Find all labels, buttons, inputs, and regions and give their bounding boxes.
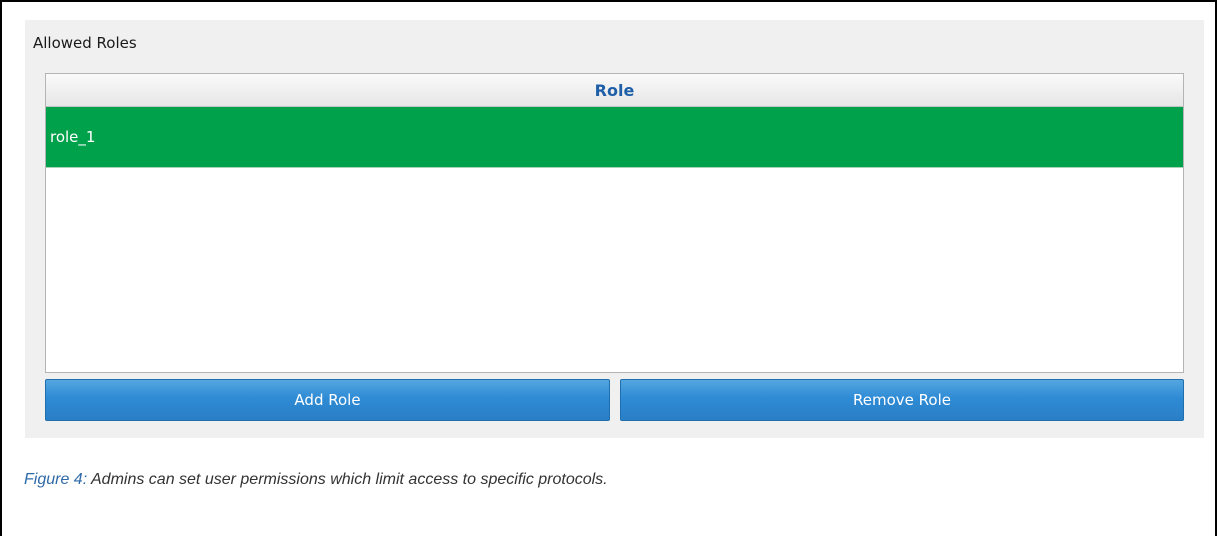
roles-table: Role role_1 [45,73,1184,373]
role-cell: role_1 [50,128,96,146]
figure-caption: Figure 4: Admins can set user permission… [24,471,608,489]
role-column-header[interactable]: Role [46,74,1183,107]
add-role-button[interactable]: Add Role [45,379,610,421]
figure-caption-prefix: Figure 4: [24,471,88,488]
remove-role-button[interactable]: Remove Role [620,379,1184,421]
allowed-roles-label: Allowed Roles [33,34,137,52]
figure-caption-text: Admins can set user permissions which li… [87,471,608,488]
role-column-header-label: Role [594,80,635,100]
table-row[interactable]: role_1 [46,107,1183,168]
allowed-roles-panel: Allowed Roles Role role_1 Add Role Remov… [25,20,1204,438]
